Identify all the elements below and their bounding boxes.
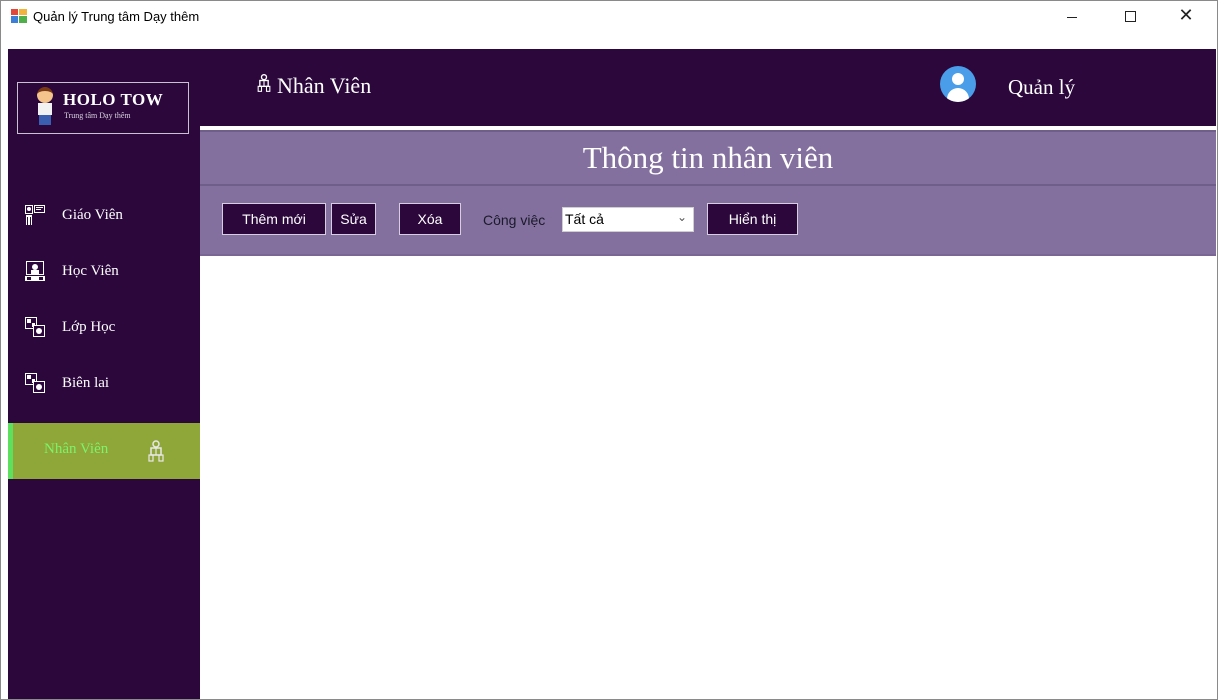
maximize-icon	[1124, 10, 1136, 22]
job-filter-label: Công việc	[483, 212, 546, 228]
staff-icon	[148, 440, 164, 462]
toolbar: Thêm mới Sửa Xóa Công việc Tất cả ⌄ Hiển…	[200, 186, 1216, 256]
maximize-button[interactable]	[1107, 1, 1153, 31]
student-icon	[25, 261, 45, 281]
edit-button[interactable]: Sửa	[331, 203, 376, 235]
teacher-icon	[25, 205, 45, 225]
delete-button[interactable]: Xóa	[399, 203, 461, 235]
logo-title: HOLO TOW	[63, 90, 164, 109]
receipt-icon	[25, 373, 45, 393]
show-button[interactable]: Hiển thị	[707, 203, 798, 235]
sidebar-item-label: Biên lai	[62, 375, 110, 391]
sidebar: HOLO TOW Trung tâm Dạy thêm Giáo Viên Họ…	[8, 49, 200, 699]
sidebar-item-giao-vien[interactable]: Giáo Viên	[8, 189, 200, 245]
kid-mascot-icon	[34, 87, 56, 127]
user-avatar-icon[interactable]	[940, 66, 976, 102]
window-title: Quản lý Trung tâm Dạy thêm	[33, 9, 200, 24]
top-header: Nhân Viên Quản lý	[200, 49, 1216, 126]
classroom-icon	[25, 317, 45, 337]
close-button[interactable]: ✕	[1163, 1, 1209, 31]
app-window: Quản lý Trung tâm Dạy thêm ✕ HOLO TOW Tr…	[0, 0, 1218, 700]
sidebar-item-label: Giáo Viên	[62, 207, 123, 223]
sidebar-item-label: Lớp Học	[62, 319, 116, 335]
logo: HOLO TOW Trung tâm Dạy thêm	[17, 82, 189, 134]
logo-subtitle: Trung tâm Dạy thêm	[64, 111, 131, 120]
minimize-button[interactable]	[1049, 1, 1095, 31]
title-bar[interactable]: Quản lý Trung tâm Dạy thêm ✕	[1, 1, 1217, 31]
user-role-label: Quản lý	[1008, 75, 1076, 99]
close-icon: ✕	[1178, 5, 1194, 26]
add-button[interactable]: Thêm mới	[222, 203, 326, 235]
minimize-icon	[1067, 16, 1077, 18]
active-indicator	[8, 423, 13, 479]
sidebar-item-bien-lai[interactable]: Biên lai	[8, 357, 200, 413]
app-grid-icon	[11, 9, 27, 23]
section-header: Thông tin nhân viên	[200, 130, 1216, 186]
chevron-down-icon: ⌄	[676, 210, 687, 224]
sidebar-item-label: Học Viên	[62, 263, 119, 279]
staff-grid-area[interactable]	[200, 256, 1216, 699]
job-filter-select[interactable]: Tất cả ⌄	[562, 207, 694, 232]
sidebar-item-hoc-vien[interactable]: Học Viên	[8, 245, 200, 301]
sidebar-item-label: Nhân Viên	[44, 441, 109, 457]
staff-icon	[257, 74, 271, 92]
job-filter-value: Tất cả	[565, 211, 604, 227]
sidebar-item-lop-hoc[interactable]: Lớp Học	[8, 301, 200, 357]
section-title: Thông tin nhân viên	[582, 140, 834, 175]
sidebar-item-nhan-vien[interactable]: Nhân Viên	[8, 423, 200, 479]
page-title: Nhân Viên	[277, 73, 372, 98]
